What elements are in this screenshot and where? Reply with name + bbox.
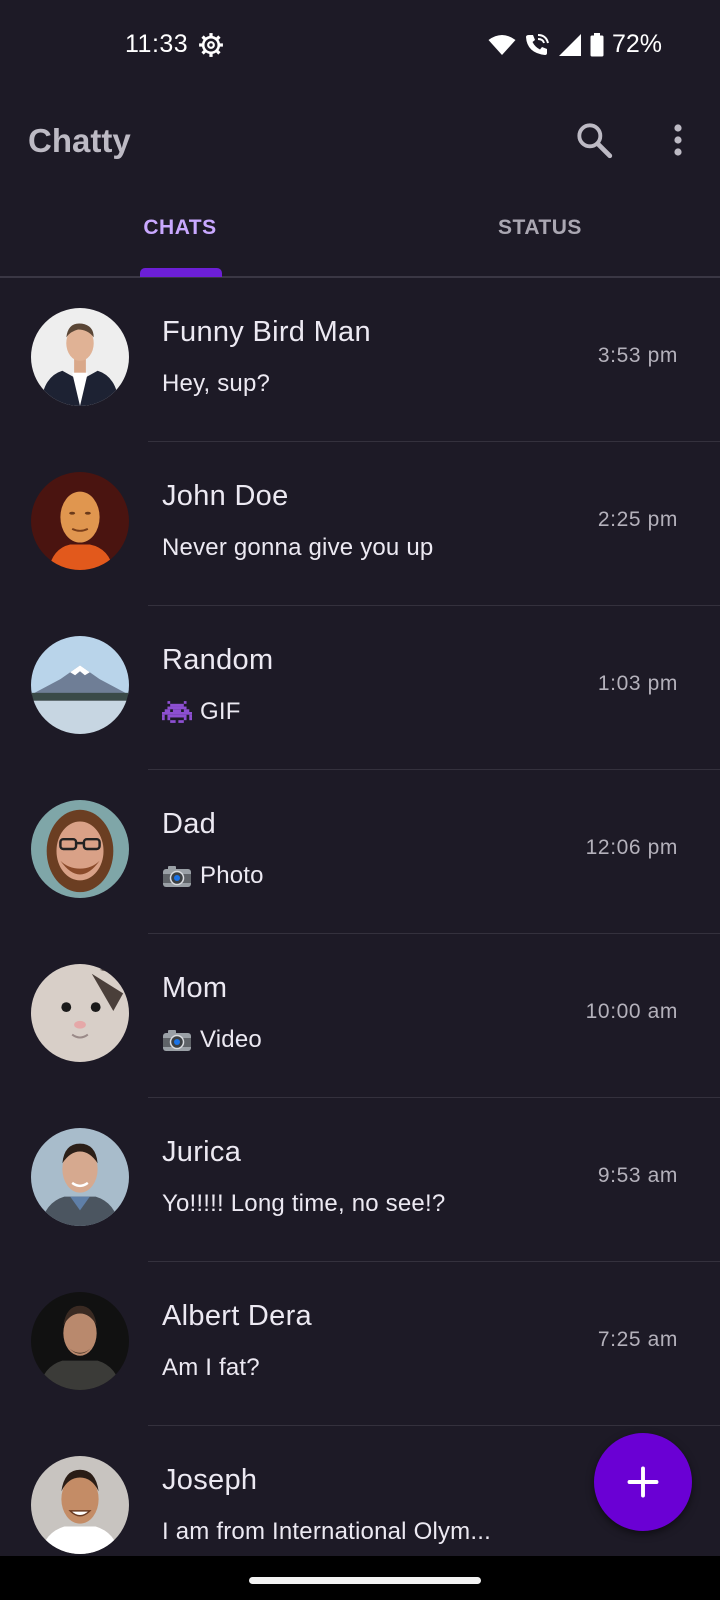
avatar: [31, 472, 129, 570]
signal-icon: [558, 33, 581, 56]
chat-message-text: Video: [200, 1026, 262, 1053]
chat-last-message: Yo!!!!! Long time, no see!?: [162, 1190, 445, 1218]
tab-bar: CHATS STATUS: [0, 188, 720, 278]
chat-name: Albert Dera: [162, 1300, 312, 1332]
chat-name: Funny Bird Man: [162, 316, 371, 348]
chat-message-text: GIF: [200, 698, 241, 725]
chat-message-text: Never gonna give you up: [162, 534, 434, 561]
tab-status[interactable]: STATUS: [360, 216, 720, 240]
chat-last-message: Video: [162, 1026, 262, 1054]
avatar: [31, 800, 129, 898]
camera-icon: [162, 863, 192, 889]
chat-time: 1:03 pm: [597, 672, 678, 695]
chat-item[interactable]: John Doe Never gonna give you up 2:25 pm: [0, 442, 720, 606]
chat-time: 2:25 pm: [597, 508, 678, 531]
chat-item[interactable]: Dad Photo 12:06 pm: [0, 770, 720, 934]
chat-time: 9:53 am: [597, 1164, 678, 1187]
system-navigation-bar: [0, 1556, 720, 1600]
chat-last-message: I am from International Olym...: [162, 1518, 491, 1546]
plus-icon: [627, 1466, 659, 1498]
chat-name: John Doe: [162, 480, 289, 512]
status-bar: 11:33 72%: [0, 0, 720, 92]
chat-last-message: Photo: [162, 862, 264, 890]
avatar: [31, 964, 129, 1062]
wifi-calling-icon: [525, 33, 549, 55]
chat-time: 7:25 am: [597, 1328, 678, 1351]
app-title: Chatty: [28, 122, 131, 159]
chat-name: Joseph: [162, 1464, 258, 1496]
chat-last-message: GIF: [162, 698, 241, 726]
battery-icon: [590, 32, 604, 56]
chat-message-text: I am from International Olym...: [162, 1518, 491, 1545]
chat-name: Dad: [162, 808, 217, 840]
chat-time: 12:06 pm: [585, 836, 678, 859]
search-icon[interactable]: [574, 120, 614, 160]
tab-chats[interactable]: CHATS: [0, 216, 360, 240]
chat-message-text: Am I fat?: [162, 1354, 260, 1381]
wifi-icon: [488, 34, 516, 55]
avatar: [31, 308, 129, 406]
chat-last-message: Am I fat?: [162, 1354, 260, 1382]
avatar: [31, 1456, 129, 1554]
avatar: [31, 1292, 129, 1390]
chat-item[interactable]: Mom Video 10:00 am: [0, 934, 720, 1098]
battery-percent: 72%: [611, 30, 662, 58]
camera-icon: [162, 1027, 192, 1053]
chat-item[interactable]: Albert Dera Am I fat? 7:25 am: [0, 1262, 720, 1426]
chat-name: Random: [162, 644, 274, 676]
avatar: [31, 636, 129, 734]
chat-last-message: Never gonna give you up: [162, 534, 433, 562]
chat-message-text: Yo!!!!! Long time, no see!?: [162, 1190, 446, 1217]
active-tab-indicator: [140, 268, 222, 277]
chat-name: Jurica: [162, 1136, 242, 1168]
chat-message-text: Hey, sup?: [162, 370, 271, 397]
chat-message-text: Photo: [200, 862, 264, 889]
chat-time: 3:53 pm: [597, 344, 678, 367]
alien-monster-icon: [162, 699, 192, 725]
chat-item[interactable]: Random GIF 1:03 pm: [0, 606, 720, 770]
home-gesture-handle[interactable]: [249, 1577, 481, 1584]
app-bar: Chatty: [0, 92, 720, 188]
more-options-icon[interactable]: [660, 120, 696, 160]
status-time: 11:33: [125, 30, 189, 58]
status-icons: 72%: [488, 30, 662, 59]
chat-item[interactable]: Funny Bird Man Hey, sup? 3:53 pm: [0, 278, 720, 442]
chat-time: 10:00 am: [585, 1000, 678, 1023]
chat-list: Funny Bird Man Hey, sup? 3:53 pm John Do…: [0, 278, 720, 1556]
chat-name: Mom: [162, 972, 228, 1004]
avatar: [31, 1128, 129, 1226]
new-chat-button[interactable]: [594, 1433, 692, 1531]
chat-item[interactable]: Jurica Yo!!!!! Long time, no see!? 9:53 …: [0, 1098, 720, 1262]
chat-last-message: Hey, sup?: [162, 370, 270, 398]
settings-gear-icon: [199, 33, 223, 57]
